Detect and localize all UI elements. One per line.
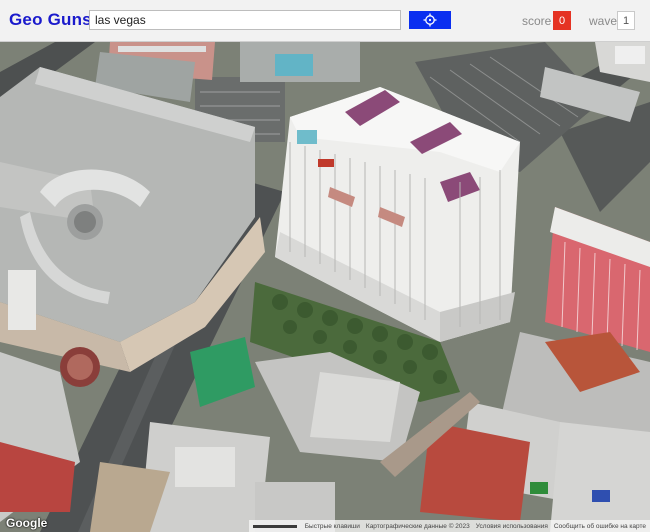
crosshair-icon: [423, 13, 437, 27]
wave-counter: 1: [617, 11, 635, 30]
score-counter: 0: [553, 11, 571, 30]
location-search-input[interactable]: [89, 10, 401, 30]
aerial-city-imagery: [0, 42, 650, 532]
wave-label: wave: [589, 14, 618, 28]
go-button[interactable]: [409, 11, 451, 29]
aerial-map-view[interactable]: Google Быстрые клавиши Картографические …: [0, 42, 650, 532]
google-logo: Google: [6, 516, 48, 530]
score-label: score: [522, 14, 552, 28]
keyboard-shortcuts-link[interactable]: Быстрые клавиши: [305, 523, 360, 530]
scale-bar: [252, 524, 297, 528]
app-logo[interactable]: Geo Guns: [9, 10, 92, 30]
terms-link[interactable]: Условия использования: [476, 523, 548, 530]
map-data-credit: Картографические данные © 2023: [365, 522, 470, 530]
map-attribution: Быстрые клавиши Картографические данные …: [248, 520, 650, 532]
top-bar: Geo Guns score 0 wave 1: [0, 0, 650, 42]
report-error-link[interactable]: Сообщить об ошибке на карте: [554, 523, 646, 530]
